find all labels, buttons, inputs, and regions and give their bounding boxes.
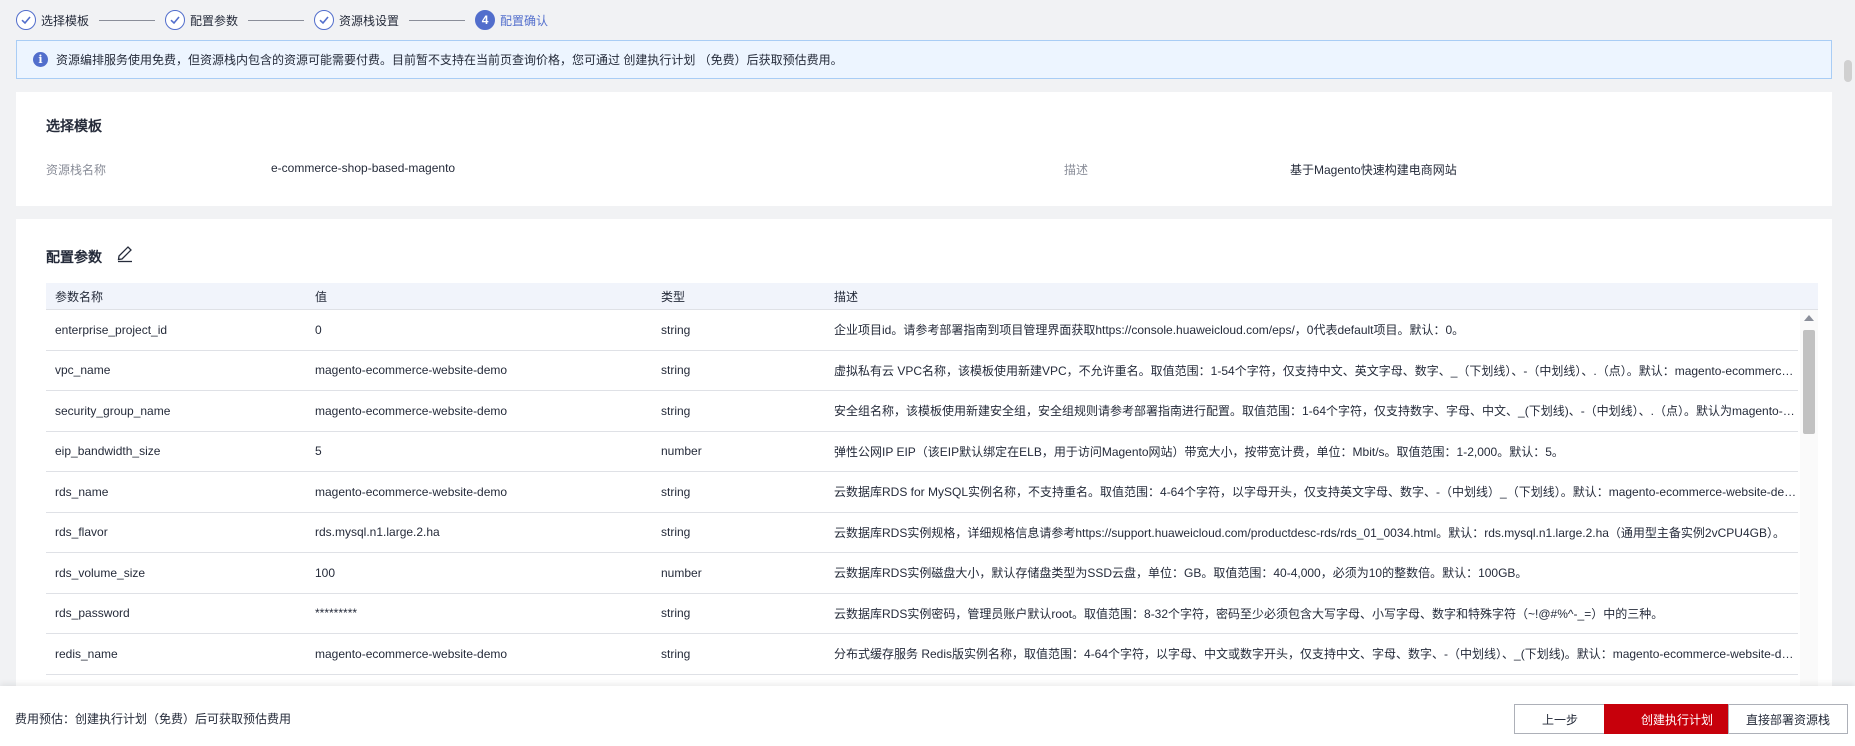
step-stack-settings: 资源栈设置	[314, 10, 399, 30]
step-connector	[409, 19, 466, 21]
param-type: string	[661, 606, 691, 621]
table-row: redis_name magento-ecommerce-website-demo…	[46, 634, 1798, 675]
param-description: 云数据库RDS实例规格，详细规格信息请参考https://support.hua…	[834, 525, 1785, 540]
param-description: 云数据库RDS实例密码，管理员账户默认root。取值范围：8-32个字符，密码至…	[834, 606, 1664, 621]
table-row: enterprise_project_id 0 string 企业项目id。请参考部署…	[46, 310, 1798, 351]
edit-icon[interactable]	[114, 241, 136, 263]
footer-bar: 费用预估：创建执行计划（免费）后可获取预估费用 上一步 创建执行计划 直接部署资…	[0, 686, 1855, 746]
stack-name-label: 资源栈名称	[46, 163, 107, 177]
param-name: rds_flavor	[55, 525, 108, 540]
param-type: number	[661, 444, 702, 459]
params-table: 参数名称 值 类型 描述 enterprise_project_id 0 strin…	[46, 283, 1818, 686]
description-label: 描述	[1064, 163, 1089, 177]
param-name: eip_bandwidth_size	[55, 444, 161, 459]
section-title: 配置参数	[46, 249, 102, 265]
info-banner-text: 资源编排服务使用免费，但资源栈内包含的资源可能需要付费。目前暂不支持在当前页查询…	[56, 53, 843, 67]
param-value: magento-ecommerce-website-demo	[315, 403, 508, 418]
param-description: 企业项目id。请参考部署指南到项目管理界面获取https://console.h…	[834, 323, 1465, 338]
table-row: rds_flavor rds.mysql.n1.large.2.ha string 云…	[46, 513, 1798, 553]
scroll-up-arrow-icon[interactable]	[1804, 315, 1814, 321]
param-value: magento-ecommerce-website-demo	[315, 363, 508, 378]
param-type: number	[661, 565, 702, 580]
page-scrollbar[interactable]	[1841, 0, 1855, 700]
param-name: rds_name	[55, 484, 109, 499]
step-connector	[248, 19, 305, 21]
table-row: vpc_name magento-ecommerce-website-demo st…	[46, 351, 1798, 391]
column-header-description: 描述	[834, 289, 859, 304]
check-icon	[314, 10, 335, 30]
param-type: string	[661, 525, 691, 540]
param-type: string	[661, 363, 691, 378]
step-label: 资源栈设置	[339, 13, 400, 28]
table-row: rds_password ********* string 云数据库RDS实例密码，管…	[46, 594, 1798, 634]
table-header: 参数名称 值 类型 描述	[46, 283, 1818, 310]
steps-bar: 选择模板 配置参数 资源栈设置 4 配置确认	[16, 8, 548, 32]
column-header-name: 参数名称	[55, 289, 104, 304]
param-value: magento-ecommerce-website-demo	[315, 484, 508, 499]
info-icon: i	[33, 52, 48, 67]
param-name: redis_name	[55, 646, 118, 661]
param-description: 云数据库RDS for MySQL实例名称，不支持重名。取值范围：4-64个字符…	[834, 485, 1798, 500]
table-row: eip_bandwidth_size 5 number 弹性公网IP EIP（该EIP…	[46, 432, 1798, 472]
param-name: enterprise_project_id	[55, 322, 168, 337]
scrollbar-thumb[interactable]	[1803, 330, 1815, 434]
template-card: 选择模板 资源栈名称 e-commerce-shop-based-magento…	[16, 92, 1832, 206]
deploy-stack-button[interactable]: 直接部署资源栈	[1728, 704, 1848, 734]
param-type: string	[661, 403, 691, 418]
param-name: rds_volume_size	[55, 565, 146, 580]
step-connector	[99, 19, 156, 21]
param-type: string	[661, 646, 691, 661]
param-name: rds_password	[55, 606, 130, 621]
step-label: 配置确认	[500, 13, 549, 28]
table-scrollbar[interactable]	[1800, 310, 1818, 686]
check-icon	[165, 10, 186, 30]
cost-estimate-text: 费用预估：创建执行计划（免费）后可获取预估费用	[15, 712, 292, 726]
column-header-type: 类型	[661, 289, 686, 304]
table-row: rds_volume_size 100 number 云数据库RDS实例磁盘大小，默认…	[46, 553, 1798, 594]
check-icon	[16, 10, 36, 30]
param-value: rds.mysql.n1.large.2.ha	[315, 525, 440, 540]
step-confirm: 4 配置确认	[475, 10, 548, 30]
param-name: vpc_name	[55, 363, 111, 378]
page-scrollbar-thumb[interactable]	[1844, 60, 1852, 82]
previous-button[interactable]: 上一步	[1514, 704, 1606, 734]
param-name: security_group_name	[55, 403, 171, 418]
table-body: enterprise_project_id 0 string 企业项目id。请参考部署…	[46, 310, 1818, 686]
stack-name-value: e-commerce-shop-based-magento	[271, 161, 456, 175]
param-value: 5	[315, 444, 322, 459]
step-select-template: 选择模板	[16, 10, 89, 30]
param-type: string	[661, 322, 691, 337]
param-value: magento-ecommerce-website-demo	[315, 646, 508, 661]
table-row: rds_name magento-ecommerce-website-demo st…	[46, 472, 1798, 513]
section-title: 选择模板	[46, 118, 102, 134]
column-header-value: 值	[315, 289, 328, 304]
param-description: 弹性公网IP EIP（该EIP默认绑定在ELB，用于访问Magento网站）带宽…	[834, 444, 1564, 459]
description-value: 基于Magento快速构建电商网站	[1290, 163, 1457, 177]
info-banner: i 资源编排服务使用免费，但资源栈内包含的资源可能需要付费。目前暂不支持在当前页…	[16, 40, 1832, 79]
step-label: 选择模板	[41, 13, 90, 28]
param-value: *********	[315, 606, 358, 621]
param-description: 云数据库RDS实例磁盘大小，默认存储盘类型为SSD云盘，单位：GB。取值范围：4…	[834, 566, 1528, 581]
step-config-params: 配置参数	[165, 10, 238, 30]
table-row: security_group_name magento-ecommerce-web…	[46, 391, 1798, 432]
param-type: string	[661, 484, 691, 499]
step-label: 配置参数	[190, 13, 239, 28]
param-value: 0	[315, 322, 322, 337]
param-value: 100	[315, 565, 336, 580]
param-description: 安全组名称，该模板使用新建安全组，安全组规则请参考部署指南进行配置。取值范围：1…	[834, 404, 1798, 419]
param-description: 分布式缓存服务 Redis版实例名称，取值范围：4-64个字符，以字母、中文或数…	[834, 647, 1798, 662]
step-number-badge: 4	[475, 10, 496, 30]
param-description: 虚拟私有云 VPC名称，该模板使用新建VPC，不允许重名。取值范围：1-54个字…	[834, 363, 1798, 378]
params-card: 配置参数 参数名称 值 类型 描述 enterprise_project_id 0…	[16, 219, 1832, 746]
